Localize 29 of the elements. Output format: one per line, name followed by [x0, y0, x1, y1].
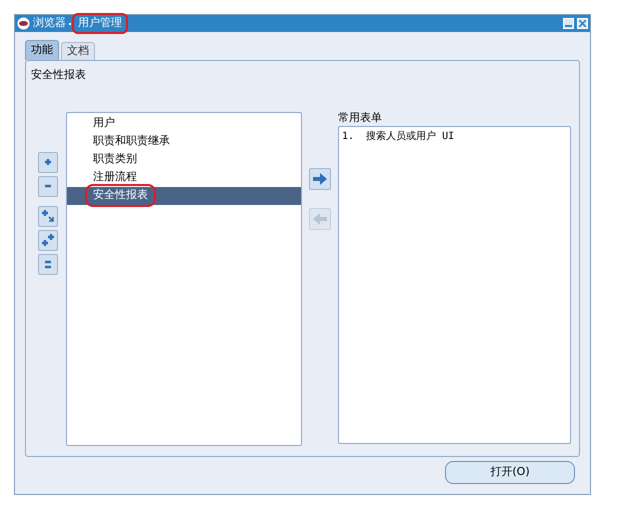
favorites-item[interactable]: 1. 搜索人员或用户 UI: [342, 128, 567, 144]
tree-item[interactable]: 职责类别: [67, 150, 301, 168]
expand-branch-icon: [40, 208, 56, 224]
collapse-icon: [44, 184, 52, 188]
expand-button[interactable]: [38, 152, 58, 172]
tree-item[interactable]: 用户: [67, 114, 301, 132]
expand-all-button[interactable]: [38, 230, 58, 250]
title-separator-icon: [69, 22, 71, 24]
window-title: 浏览器: [33, 15, 66, 32]
collapse-all-button[interactable]: [38, 254, 58, 274]
collapse-button[interactable]: [38, 176, 58, 196]
tab[interactable]: 功能: [25, 40, 59, 60]
add-button[interactable]: [309, 168, 331, 190]
expand-branch-button[interactable]: [38, 206, 58, 226]
tree-item[interactable]: 职责和职责继承: [67, 132, 301, 150]
window-subtitle: 用户管理: [74, 15, 126, 32]
section-heading: 安全性报表: [31, 68, 86, 81]
expand-all-icon: [40, 232, 56, 248]
app-logo-icon: [17, 17, 30, 30]
close-icon: [579, 20, 586, 27]
open-button[interactable]: 打开(O): [445, 461, 575, 484]
close-button[interactable]: [577, 18, 588, 29]
minimize-button[interactable]: [563, 18, 574, 29]
favorites-label: 常用表单: [338, 110, 382, 124]
right-arrow-icon: [313, 172, 327, 184]
left-arrow-icon: [313, 212, 327, 224]
tab[interactable]: 文档: [61, 42, 95, 60]
tree-item[interactable]: 安全性报表: [67, 186, 301, 204]
tree-item[interactable]: 注册流程: [67, 168, 301, 186]
